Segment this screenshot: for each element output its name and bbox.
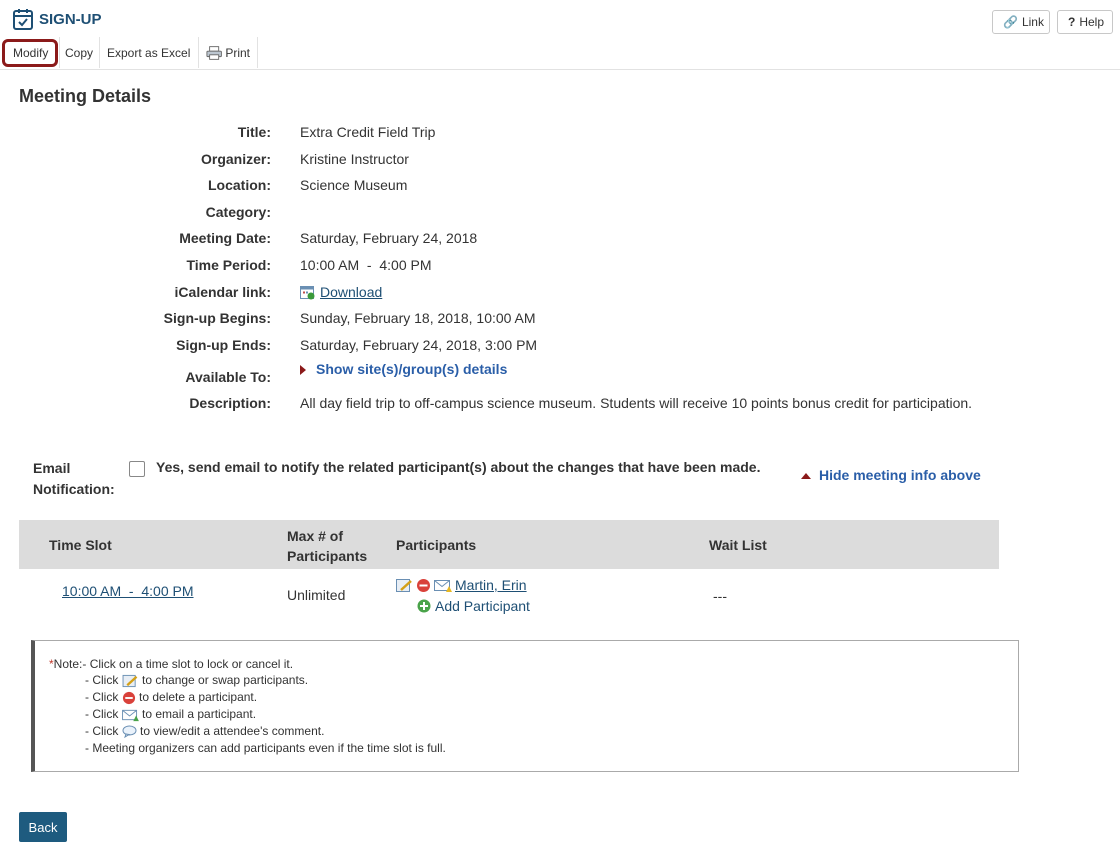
show-groups-toggle[interactable]: Show site(s)/group(s) details xyxy=(300,361,507,377)
time-slot-link[interactable]: 10:00 AM - 4:00 PM xyxy=(62,583,194,599)
section-title: Meeting Details xyxy=(19,86,152,106)
calendar-check-icon xyxy=(13,9,33,30)
app-title-text: SIGN-UP xyxy=(39,10,102,28)
icalendar-download[interactable]: Download xyxy=(300,284,382,300)
description-value: All day field trip to off-campus science… xyxy=(300,395,973,411)
help-button-label: Help xyxy=(1079,15,1105,29)
organizer-label: Organizer: xyxy=(200,151,271,167)
add-participant-label: Add Participant xyxy=(435,598,530,614)
back-button[interactable]: Back xyxy=(19,812,67,842)
note-line2-a: - Click xyxy=(85,673,119,687)
edit-swap-icon[interactable] xyxy=(396,578,413,593)
delete-participant-icon[interactable] xyxy=(416,578,431,593)
header-max-line2: Participants xyxy=(287,548,368,564)
signup-begins-label: Sign-up Begins: xyxy=(163,310,271,326)
app-title: SIGN-UP xyxy=(13,8,102,30)
table-header: Time Slot Max # of Participants Particip… xyxy=(19,520,999,569)
expand-triangle-icon xyxy=(300,365,306,376)
email-label-line2: Notification: xyxy=(33,481,115,497)
export-excel-button[interactable]: Export as Excel xyxy=(100,37,199,68)
location-label: Location: xyxy=(208,177,271,193)
note-line3-a: - Click xyxy=(85,690,119,704)
max-participants-value: Unlimited xyxy=(287,587,346,603)
header-time-slot: Time Slot xyxy=(49,537,112,553)
add-participant-button[interactable]: Add Participant xyxy=(417,598,530,614)
note-line5-b: to view/edit a attendee's comment. xyxy=(140,724,325,738)
email-notify-text: Yes, send email to notify the related pa… xyxy=(156,459,761,475)
note-line-4: - Click to email a participant. xyxy=(85,707,256,722)
meeting-date-value: Saturday, February 24, 2018 xyxy=(300,230,478,246)
add-circle-icon xyxy=(417,599,431,613)
note-box: *Note:- Click on a time slot to lock or … xyxy=(31,640,1019,772)
time-period-label: Time Period: xyxy=(186,257,271,273)
export-label: Export as Excel xyxy=(107,45,191,60)
note-line5-a: - Click xyxy=(85,724,119,738)
icalendar-label: iCalendar link: xyxy=(174,284,271,300)
link-icon: 🔗 xyxy=(1003,15,1018,29)
show-groups-link[interactable]: Show site(s)/group(s) details xyxy=(316,361,507,377)
note-line4-b: to email a participant. xyxy=(142,707,257,721)
meeting-date-label: Meeting Date: xyxy=(179,230,271,246)
description-label: Description: xyxy=(189,395,271,411)
hide-meeting-info-toggle[interactable]: Hide meeting info above xyxy=(801,467,981,485)
participant-row: Martin, Erin xyxy=(396,577,527,593)
header-participants: Participants xyxy=(396,537,477,553)
modify-highlight xyxy=(2,39,58,67)
note-line3-b: to delete a participant. xyxy=(139,690,258,704)
link-button-label: Link xyxy=(1021,15,1044,29)
note-line1-text: - Click on a time slot to lock or cancel… xyxy=(82,657,294,671)
copy-label: Copy xyxy=(65,45,94,60)
note-prefix: Note: xyxy=(53,657,83,671)
signup-ends-label: Sign-up Ends: xyxy=(176,337,271,353)
email-participant-icon[interactable] xyxy=(434,578,452,593)
edit-swap-icon xyxy=(122,674,138,687)
copy-button[interactable]: Copy xyxy=(60,37,100,68)
email-icon xyxy=(121,709,139,721)
email-notification-label: Email Notification: xyxy=(33,458,115,500)
note-line4-a: - Click xyxy=(85,707,119,721)
category-label: Category: xyxy=(205,204,271,220)
organizer-value: Kristine Instructor xyxy=(300,151,409,167)
location-value: Science Museum xyxy=(300,177,408,193)
note-line-1: *Note:- Click on a time slot to lock or … xyxy=(49,657,293,671)
note-line-3: - Click to delete a participant. xyxy=(85,690,257,705)
help-button[interactable]: ? Help xyxy=(1057,10,1113,34)
wait-list-value: --- xyxy=(713,588,727,604)
note-line2-b: to change or swap participants. xyxy=(142,673,309,687)
email-label-line1: Email xyxy=(33,460,71,476)
note-line-2: - Click to change or swap participants. xyxy=(85,673,308,688)
email-notify-checkbox[interactable] xyxy=(129,461,145,477)
title-value: Extra Credit Field Trip xyxy=(300,124,436,140)
calendar-download-icon xyxy=(300,285,315,299)
note-line-5: - Click to view/edit a attendee's commen… xyxy=(85,724,325,739)
available-to-label: Available To: xyxy=(185,369,271,385)
toolbar: Modify Copy Export as Excel Print xyxy=(0,37,1120,70)
signup-begins-value: Sunday, February 18, 2018, 10:00 AM xyxy=(300,310,536,326)
note-line-6: - Meeting organizers can add participant… xyxy=(85,741,446,755)
link-button[interactable]: 🔗 Link xyxy=(992,10,1050,34)
download-link[interactable]: Download xyxy=(320,284,382,300)
signup-ends-value: Saturday, February 24, 2018, 3:00 PM xyxy=(300,337,538,353)
participant-link[interactable]: Martin, Erin xyxy=(455,577,527,593)
header-max-line1: Max # of xyxy=(287,528,344,544)
comment-icon xyxy=(122,725,137,739)
header-wait-list: Wait List xyxy=(709,537,767,553)
time-period-value: 10:00 AM - 4:00 PM xyxy=(300,257,432,273)
printer-icon xyxy=(206,45,222,60)
print-label: Print xyxy=(225,45,250,60)
title-label: Title: xyxy=(237,124,271,140)
hide-meeting-info-link[interactable]: Hide meeting info above xyxy=(819,467,981,483)
question-icon: ? xyxy=(1068,15,1076,29)
print-button[interactable]: Print xyxy=(199,37,258,68)
collapse-triangle-icon xyxy=(801,472,811,479)
delete-icon xyxy=(122,691,135,704)
header-max-participants: Max # of Participants xyxy=(287,526,367,566)
